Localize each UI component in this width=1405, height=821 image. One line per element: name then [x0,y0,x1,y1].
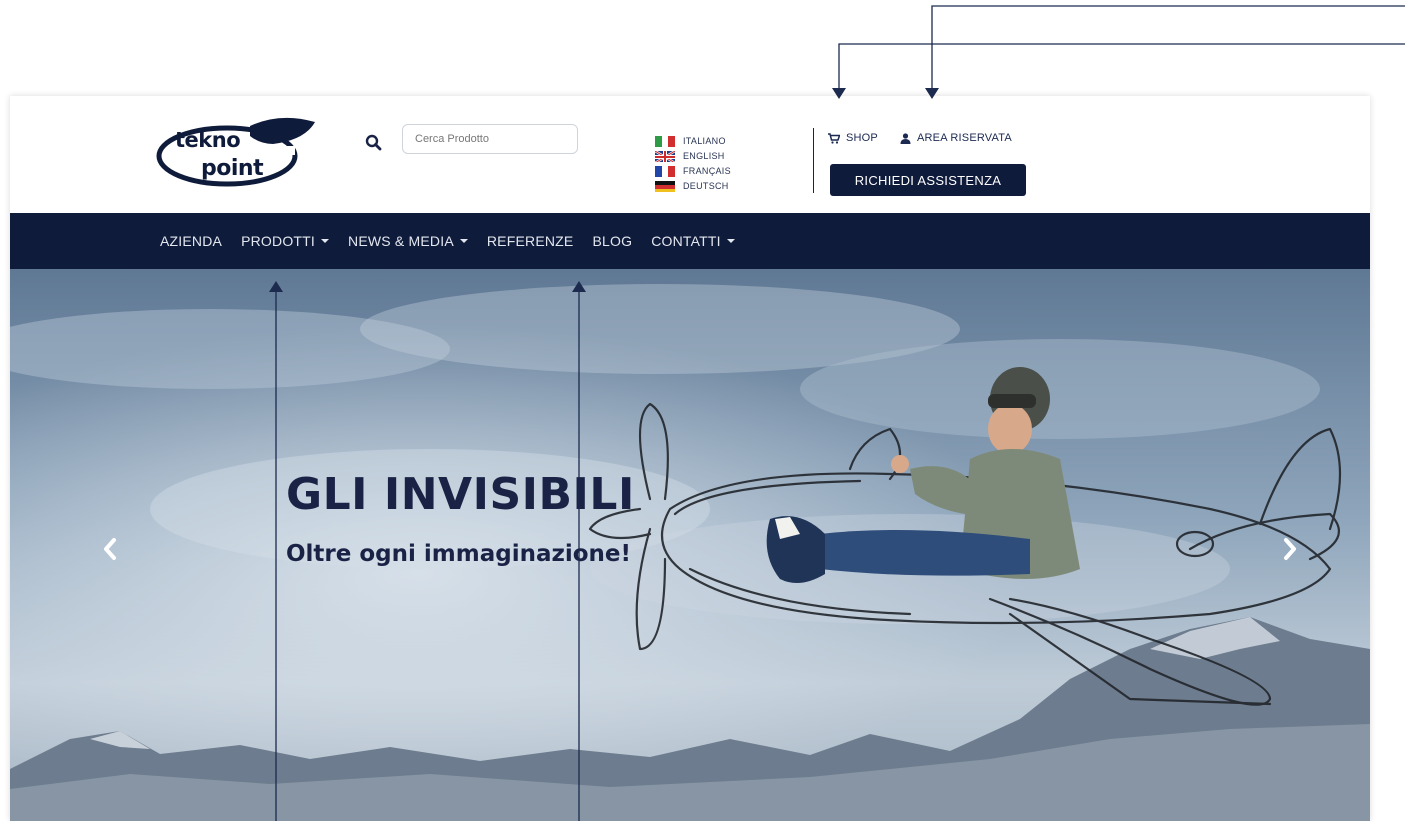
nav-label: PRODOTTI [241,233,316,249]
hero-carousel: GLI INVISIBILI Oltre ogni immaginazione! [10,269,1370,821]
nav-label: REFERENZE [486,233,574,249]
nav-item-blog[interactable]: BLOG [592,233,632,249]
nav-item-prodotti[interactable]: PRODOTTI [241,233,330,249]
language-option-italiano[interactable]: ITALIANO [655,133,731,148]
caret-down-icon [321,239,330,243]
language-label: ENGLISH [683,150,725,161]
search-icon[interactable] [365,134,383,152]
language-selector: ITALIANO ENGLISH FRANÇAIS DEUTSCH [655,133,731,193]
carousel-next-button[interactable] [1275,529,1305,569]
annotation-line [931,5,1405,93]
website-frame: tekno point ITALIANO ENGLISH [10,96,1370,821]
language-label: DEUTSCH [683,180,729,191]
main-nav: AZIENDA PRODOTTI NEWS & MEDIA REFERENZE … [10,213,1370,269]
logo-text-tekno: tekno [175,128,241,152]
language-option-english[interactable]: ENGLISH [655,148,731,163]
shop-label: SHOP [846,132,878,144]
area-riservata-label: AREA RISERVATA [916,132,1012,144]
caret-down-icon [459,239,468,243]
site-header: tekno point ITALIANO ENGLISH [10,96,1370,213]
area-riservata-link[interactable]: AREA RISERVATA [900,132,1012,144]
flag-uk-icon [655,149,675,162]
nav-label: AZIENDA [160,233,223,249]
nav-item-azienda[interactable]: AZIENDA [160,233,222,249]
nav-label: CONTATTI [651,233,721,249]
nav-item-contatti[interactable]: CONTATTI [651,233,735,249]
hero-background-image [10,269,1370,821]
nav-label: BLOG [592,233,633,249]
chevron-left-icon [104,538,116,560]
flag-it-icon [655,135,675,147]
nav-item-news-media[interactable]: NEWS & MEDIA [348,233,468,249]
top-links: SHOP AREA RISERVATA [828,132,1034,144]
hero-subtitle: Oltre ogni immaginazione! [286,541,632,567]
shop-link[interactable]: SHOP [828,132,878,144]
logo-text-point: point [201,156,264,181]
tekno-point-logo[interactable]: tekno point [155,114,320,194]
hero-title: GLI INVISIBILI [286,469,635,520]
chevron-right-icon [1284,538,1296,560]
search-input[interactable] [402,124,578,154]
language-label: FRANÇAIS [683,165,731,176]
nav-item-referenze[interactable]: REFERENZE [487,233,574,249]
header-divider [813,128,814,193]
cart-icon [828,132,840,144]
richiedi-assistenza-button[interactable]: RICHIEDI ASSISTENZA [830,164,1026,196]
caret-down-icon [726,239,735,243]
annotation-line [838,43,1405,93]
language-option-deutsch[interactable]: DEUTSCH [655,178,731,193]
language-label: ITALIANO [683,135,726,146]
user-icon [900,132,911,144]
carousel-prev-button[interactable] [95,529,125,569]
language-option-francais[interactable]: FRANÇAIS [655,163,731,178]
flag-fr-icon [655,165,675,177]
nav-label: NEWS & MEDIA [348,233,454,249]
flag-de-icon [655,180,675,192]
